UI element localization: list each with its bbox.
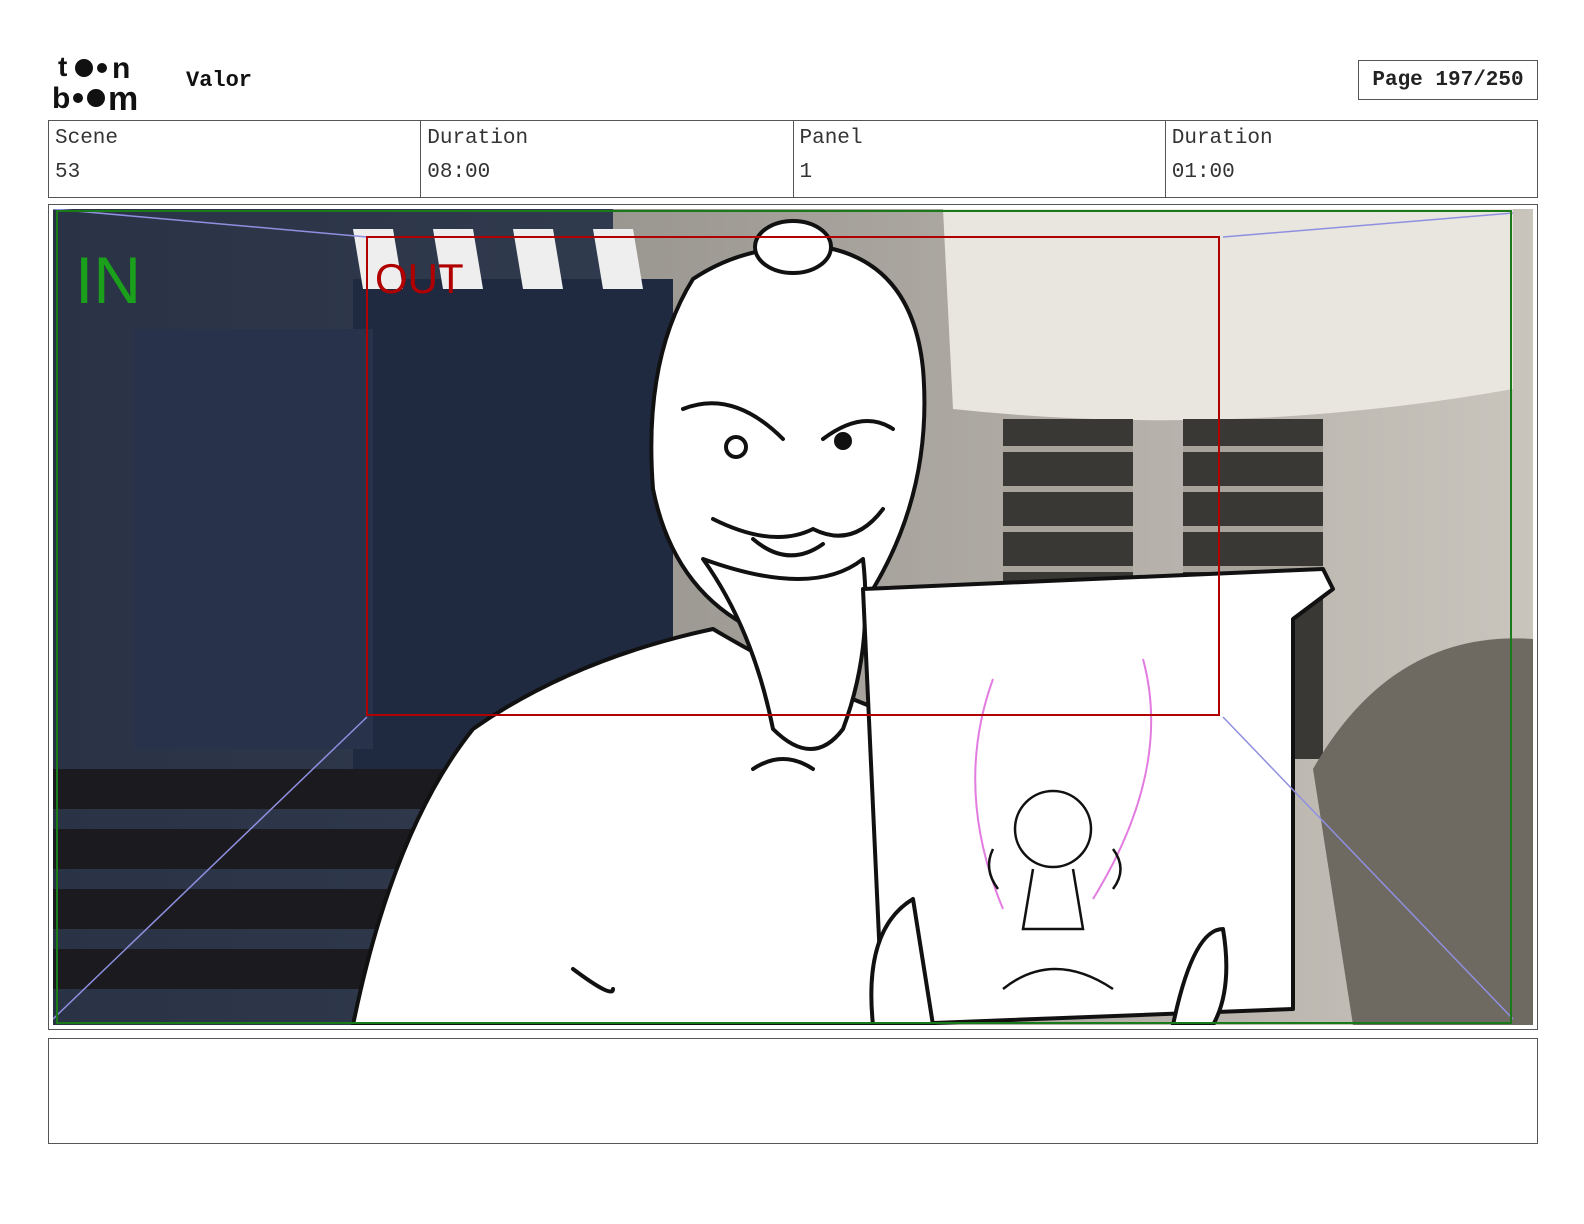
panel-artwork: IN OUT <box>53 209 1533 1025</box>
toon-boom-logo: t n b m <box>52 52 138 112</box>
project-title: Valor <box>186 68 253 93</box>
page-indicator: Page 197/250 <box>1358 60 1538 100</box>
panel-duration-label: Duration <box>1171 127 1273 150</box>
scene-duration-label: Duration <box>427 127 529 150</box>
svg-text:b: b <box>52 82 70 112</box>
in-frame-label: IN <box>75 243 141 317</box>
svg-text:m: m <box>108 80 138 112</box>
panel-cell: Panel 1 <box>794 121 1166 197</box>
scene-cell: Scene 53 <box>49 121 422 197</box>
scene-duration-value: 08:00 <box>427 161 491 184</box>
panel-value: 1 <box>799 161 813 184</box>
out-frame-label: OUT <box>375 255 464 302</box>
panel-duration-cell: Duration 01:00 <box>1166 121 1537 197</box>
scene-duration-cell: Duration 08:00 <box>421 121 794 197</box>
storyboard-panel: IN OUT <box>48 204 1538 1030</box>
scene-info-table: Scene 53 Duration 08:00 Panel 1 Duration… <box>48 120 1538 198</box>
svg-text:t: t <box>58 52 67 82</box>
panel-notes-box[interactable] <box>48 1038 1538 1144</box>
scene-label: Scene <box>55 127 119 150</box>
panel-duration-value: 01:00 <box>1171 161 1235 184</box>
panel-label: Panel <box>799 127 863 150</box>
scene-value: 53 <box>55 161 81 184</box>
